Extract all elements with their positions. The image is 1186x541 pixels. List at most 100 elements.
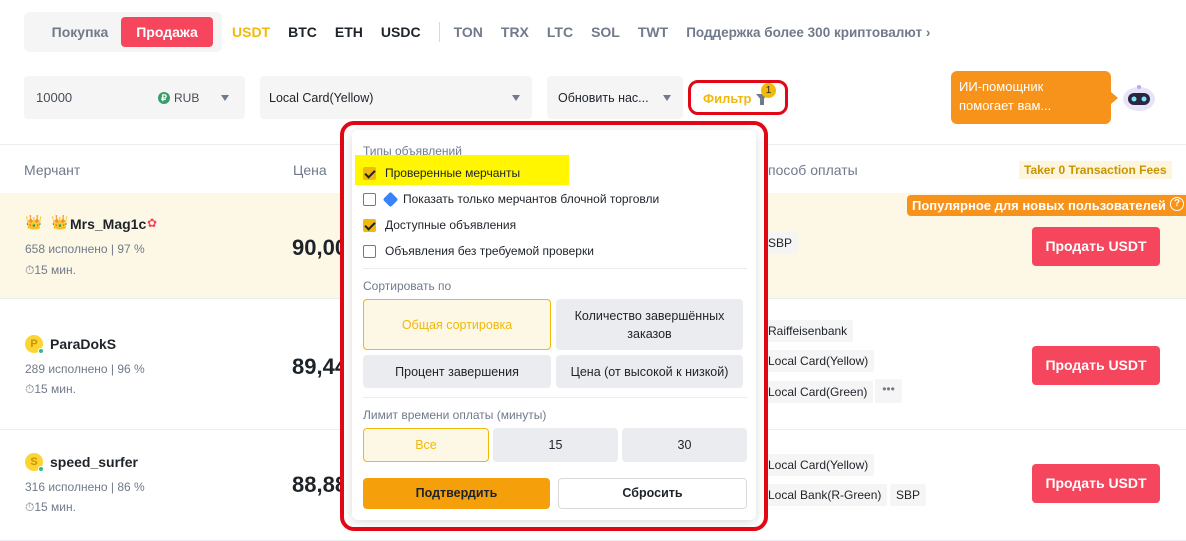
- checkbox[interactable]: [363, 166, 376, 180]
- sort-option-completion-rate[interactable]: Процент завершения: [363, 355, 551, 388]
- checkbox-label: Доступные объявления: [385, 218, 517, 232]
- checkbox-block-trade[interactable]: Показать только мерчантов блочной торгов…: [363, 191, 660, 207]
- coin-tab-twt[interactable]: TWT: [638, 24, 668, 40]
- amount-input[interactable]: 10000 ₽ RUB: [24, 76, 245, 119]
- payment-time-value: 15 мин.: [34, 263, 76, 277]
- panel-divider: [363, 268, 747, 269]
- coin-tab-trx[interactable]: TRX: [501, 24, 529, 40]
- merchant-name[interactable]: ParaDokS: [50, 336, 116, 352]
- coin-tab-eth[interactable]: ETH: [335, 24, 363, 40]
- support-coins-link[interactable]: Поддержка более 300 криптовалют ›: [686, 25, 930, 40]
- filter-label: Фильтр: [703, 91, 752, 106]
- time-option-all[interactable]: Все: [363, 428, 489, 462]
- payment-column-header: пособ оплаты: [768, 162, 858, 178]
- ai-assistant-bubble[interactable]: ИИ-помощник помогает вам...: [951, 71, 1118, 124]
- verified-badge-icon: [382, 191, 399, 207]
- flower-icon: ✿: [147, 216, 158, 230]
- sell-usdt-button[interactable]: Продать USDT: [1032, 227, 1160, 266]
- coin-tab-usdc[interactable]: USDC: [381, 24, 421, 40]
- sort-option-price-desc[interactable]: Цена (от высокой к низкой): [556, 355, 743, 388]
- coin-divider: [438, 22, 440, 42]
- clock-icon: ⏱: [25, 263, 35, 277]
- time-option-15[interactable]: 15: [493, 428, 618, 462]
- crown-icon: 👑: [51, 214, 69, 230]
- amount-value: 10000: [36, 90, 73, 105]
- checkbox[interactable]: [363, 192, 376, 206]
- checkbox-label: Проверенные мерчанты: [385, 166, 521, 180]
- payment-tag: Local Card(Yellow): [762, 454, 875, 476]
- price-column-header: Цена: [293, 162, 327, 178]
- funnel-stem: [760, 99, 764, 105]
- ai-bubble-line2: помогает вам...: [959, 98, 1052, 113]
- ruble-icon: ₽: [158, 92, 170, 104]
- help-icon[interactable]: ?: [1170, 197, 1184, 211]
- chevron-down-icon[interactable]: [221, 95, 229, 101]
- sort-title: Сортировать по: [363, 279, 452, 293]
- checkbox[interactable]: [363, 244, 376, 258]
- refresh-select[interactable]: Обновить нас...: [547, 76, 683, 119]
- merchant-name[interactable]: speed_surfer: [50, 454, 138, 470]
- merchant-name[interactable]: Mrs_Mag1c: [70, 216, 146, 232]
- payment-method-select[interactable]: Local Card(Yellow): [260, 76, 532, 119]
- taker-fees-badge: Taker 0 Transaction Fees: [1019, 161, 1172, 179]
- chevron-down-icon: [663, 95, 671, 101]
- checkbox-verified-merchants[interactable]: Проверенные мерчанты: [363, 166, 520, 180]
- coin-tab-usdt[interactable]: USDT: [232, 24, 270, 40]
- online-dot: [38, 348, 44, 354]
- payment-time-title: Лимит времени оплаты (минуты): [363, 408, 547, 422]
- avatar-letter: P: [30, 338, 38, 350]
- online-dot: [38, 466, 44, 472]
- payment-tag: SBP: [890, 484, 927, 506]
- chevron-right-icon: ›: [925, 24, 931, 40]
- coin-tab-ltc[interactable]: LTC: [547, 24, 573, 40]
- reset-button[interactable]: Сбросить: [558, 478, 747, 509]
- filter-count-badge: 1: [761, 83, 776, 98]
- coin-tabs: USDT BTC ETH USDC TON TRX LTC SOL TWT По…: [232, 22, 930, 42]
- payment-method-value: Local Card(Yellow): [269, 91, 374, 105]
- checkbox[interactable]: [363, 218, 376, 232]
- sell-usdt-button[interactable]: Продать USDT: [1032, 346, 1160, 385]
- payment-tag: Local Card(Green): [762, 381, 874, 403]
- filter-button[interactable]: Фильтр 1: [688, 80, 788, 115]
- payment-tag: Local Bank(R-Green): [762, 484, 888, 506]
- payment-tag: Raiffeisenbank: [762, 320, 854, 342]
- sell-tab[interactable]: Продажа: [121, 17, 213, 47]
- checkbox-available-ads[interactable]: Доступные объявления: [363, 218, 516, 232]
- currency-label[interactable]: RUB: [174, 91, 199, 105]
- clock-icon: ⏱: [25, 500, 35, 514]
- crown-icon: 👑: [25, 214, 43, 230]
- popular-badge-label: Популярное для новых пользователей: [912, 198, 1166, 213]
- panel-divider: [363, 397, 747, 398]
- payment-time: ⏱15 мин.: [25, 263, 76, 278]
- time-option-30[interactable]: 30: [622, 428, 747, 462]
- buy-tab[interactable]: Покупка: [34, 17, 126, 47]
- checkbox-no-verification[interactable]: Объявления без требуемой проверки: [363, 244, 594, 258]
- avatar-letter: S: [30, 456, 38, 468]
- merchant-stats: 316 исполнено | 86 %: [25, 480, 145, 494]
- checkbox-label: Показать только мерчантов блочной торгов…: [403, 192, 660, 206]
- refresh-value: Обновить нас...: [558, 91, 649, 105]
- payment-tag: Local Card(Yellow): [762, 350, 875, 372]
- ai-bubble-line1: ИИ-помощник: [959, 79, 1044, 94]
- checkbox-label: Объявления без требуемой проверки: [385, 244, 594, 258]
- payment-time: ⏱15 мин.: [25, 382, 76, 397]
- more-methods-button[interactable]: •••: [875, 379, 902, 403]
- sort-option-completed-orders[interactable]: Количество завершённых заказов: [556, 299, 743, 350]
- payment-time-value: 15 мин.: [34, 382, 76, 396]
- merchant-stats: 289 исполнено | 96 %: [25, 362, 145, 376]
- clock-icon: ⏱: [25, 382, 35, 396]
- merchant-stats: 658 исполнено | 97 %: [25, 242, 145, 256]
- sell-usdt-button[interactable]: Продать USDT: [1032, 464, 1160, 503]
- avatar: P: [25, 335, 44, 354]
- robot-icon[interactable]: [1122, 84, 1156, 112]
- confirm-button[interactable]: Подтвердить: [363, 478, 550, 509]
- chevron-down-icon: [512, 95, 520, 101]
- support-coins-label: Поддержка более 300 криптовалют: [686, 24, 923, 40]
- coin-tab-sol[interactable]: SOL: [591, 24, 620, 40]
- payment-time: ⏱15 мин.: [25, 500, 76, 515]
- sort-option-general[interactable]: Общая сортировка: [363, 299, 551, 350]
- coin-tab-btc[interactable]: BTC: [288, 24, 317, 40]
- payment-time-value: 15 мин.: [34, 500, 76, 514]
- coin-tab-ton[interactable]: TON: [454, 24, 483, 40]
- avatar: S: [25, 453, 44, 472]
